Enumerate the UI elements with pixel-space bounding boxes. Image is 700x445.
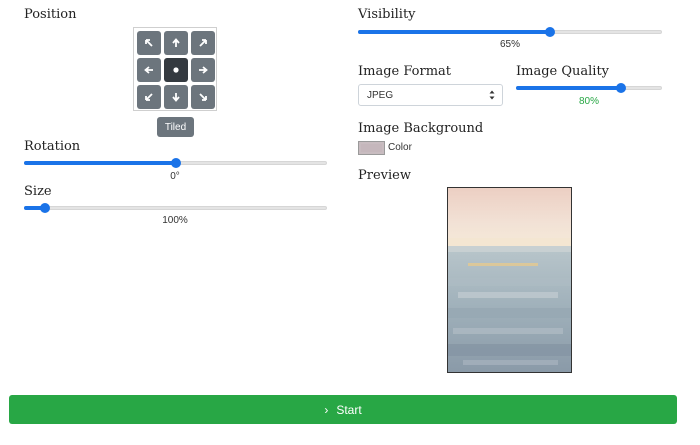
arrow-up-icon bbox=[172, 38, 180, 47]
position-top-left-button[interactable] bbox=[137, 31, 161, 55]
background-color-label: Color bbox=[388, 142, 412, 153]
tiled-button[interactable]: Tiled bbox=[157, 117, 194, 137]
rotation-value: 0° bbox=[170, 171, 180, 182]
position-bottom-button[interactable] bbox=[164, 85, 188, 109]
position-bottom-left-button[interactable] bbox=[137, 85, 161, 109]
position-grid bbox=[133, 27, 217, 111]
arrow-down-left-icon bbox=[145, 93, 153, 101]
position-bottom-right-button[interactable] bbox=[191, 85, 215, 109]
position-top-right-button[interactable] bbox=[191, 31, 215, 55]
image-quality-value: 80% bbox=[578, 96, 599, 107]
arrow-up-left-icon bbox=[145, 39, 153, 47]
preview-image bbox=[447, 187, 572, 373]
arrow-right-icon bbox=[199, 66, 208, 74]
arrow-up-right-icon bbox=[199, 39, 207, 47]
position-left-button[interactable] bbox=[137, 58, 161, 82]
position-right-button[interactable] bbox=[191, 58, 215, 82]
visibility-slider[interactable] bbox=[358, 25, 662, 39]
image-quality-slider-thumb[interactable] bbox=[616, 83, 627, 93]
image-quality-label: Image Quality bbox=[516, 64, 610, 79]
chevron-right-icon: › bbox=[324, 402, 329, 417]
image-format-selected: JPEG bbox=[367, 90, 394, 101]
position-center-button[interactable] bbox=[164, 58, 188, 82]
size-label: Size bbox=[24, 184, 52, 199]
start-button[interactable]: › Start bbox=[9, 395, 677, 424]
preview-label: Preview bbox=[358, 168, 411, 183]
rotation-slider[interactable] bbox=[24, 156, 327, 170]
visibility-slider-thumb[interactable] bbox=[544, 27, 555, 37]
preview-landscape-image bbox=[448, 188, 571, 372]
position-label: Position bbox=[24, 7, 77, 22]
image-background-label: Image Background bbox=[358, 121, 484, 136]
size-value: 100% bbox=[162, 215, 188, 226]
arrow-down-icon bbox=[172, 93, 180, 102]
image-format-select[interactable]: JPEG bbox=[358, 84, 503, 106]
size-slider-thumb[interactable] bbox=[40, 203, 51, 213]
image-format-label: Image Format bbox=[358, 64, 452, 79]
arrow-down-right-icon bbox=[199, 93, 207, 101]
visibility-value: 65% bbox=[499, 39, 520, 50]
rotation-slider-thumb[interactable] bbox=[170, 158, 181, 168]
visibility-label: Visibility bbox=[358, 7, 416, 22]
position-top-button[interactable] bbox=[164, 31, 188, 55]
arrow-left-icon bbox=[144, 66, 153, 74]
rotation-label: Rotation bbox=[24, 139, 81, 154]
size-slider[interactable] bbox=[24, 201, 327, 215]
select-updown-icon bbox=[489, 90, 495, 100]
center-dot-icon bbox=[173, 67, 179, 73]
image-quality-slider[interactable] bbox=[516, 81, 662, 95]
background-color-swatch[interactable] bbox=[358, 141, 385, 155]
start-button-label: Start bbox=[336, 402, 362, 417]
